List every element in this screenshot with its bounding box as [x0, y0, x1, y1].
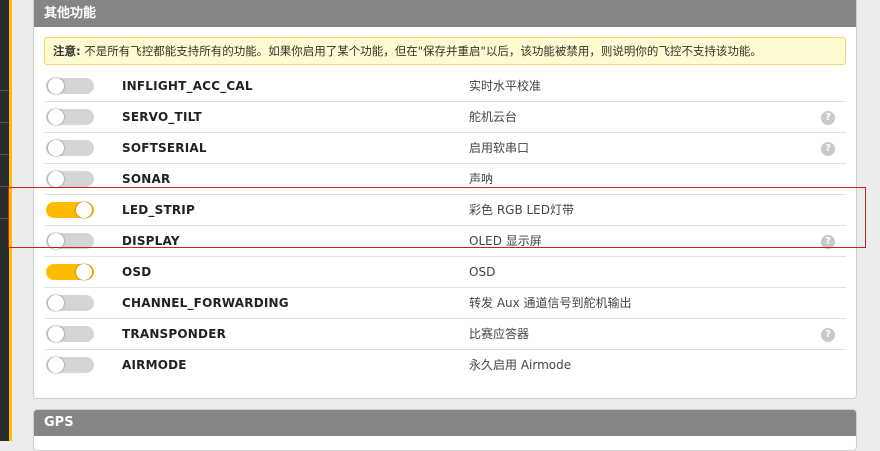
- panel-title: 其他功能: [34, 0, 856, 27]
- toggle-knob: [76, 264, 92, 280]
- feature-description: 舵机云台: [469, 110, 518, 124]
- feature-description: 转发 Aux 通道信号到舵机输出: [469, 296, 632, 310]
- feature-row-osd: OSD OSD: [44, 257, 846, 288]
- feature-name: CHANNEL_FORWARDING: [122, 296, 289, 310]
- toggle-knob: [48, 171, 64, 187]
- help-icon[interactable]: ?: [821, 235, 835, 249]
- feature-row-airmode: AIRMODE 永久启用 Airmode: [44, 350, 846, 380]
- feature-toggle[interactable]: [46, 264, 94, 280]
- feature-description: 声呐: [469, 172, 494, 186]
- help-icon[interactable]: ?: [821, 111, 835, 125]
- feature-toggle[interactable]: [46, 326, 94, 342]
- gps-panel: GPS: [33, 409, 857, 451]
- nav-divider: [0, 90, 9, 91]
- feature-description: 彩色 RGB LED灯带: [469, 203, 575, 217]
- feature-toggle[interactable]: [46, 357, 94, 373]
- feature-description: 实时水平校准: [469, 79, 542, 93]
- nav-divider: [0, 218, 9, 219]
- feature-description: OSD: [469, 265, 496, 279]
- left-nav-strip: [0, 0, 12, 441]
- nav-divider: [0, 122, 9, 123]
- panel-title: GPS: [34, 410, 856, 436]
- feature-row-inflight-acc-cal: INFLIGHT_ACC_CAL 实时水平校准: [44, 71, 846, 102]
- feature-toggle[interactable]: [46, 202, 94, 218]
- toggle-knob: [76, 202, 92, 218]
- feature-name: INFLIGHT_ACC_CAL: [122, 79, 253, 93]
- feature-name: SOFTSERIAL: [122, 141, 207, 155]
- feature-name: SERVO_TILT: [122, 110, 202, 124]
- feature-list: INFLIGHT_ACC_CAL 实时水平校准 SERVO_TILT 舵机云台? SOF…: [44, 71, 846, 380]
- help-icon[interactable]: ?: [821, 142, 835, 156]
- toggle-knob: [48, 233, 64, 249]
- nav-divider: [0, 186, 9, 187]
- notice-text: 不是所有飞控都能支持所有的功能。如果你启用了某个功能，但在"保存并重启"以后，该…: [84, 44, 762, 58]
- feature-name: OSD: [122, 265, 152, 279]
- feature-toggle[interactable]: [46, 109, 94, 125]
- feature-row-channel-forwarding: CHANNEL_FORWARDING 转发 Aux 通道信号到舵机输出: [44, 288, 846, 319]
- toggle-knob: [48, 326, 64, 342]
- feature-toggle[interactable]: [46, 295, 94, 311]
- toggle-knob: [48, 78, 64, 94]
- feature-row-transponder: TRANSPONDER 比赛应答器?: [44, 319, 846, 350]
- feature-row-led-strip: LED_STRIP 彩色 RGB LED灯带: [44, 195, 846, 226]
- toggle-knob: [48, 357, 64, 373]
- feature-description: 启用软串口: [469, 141, 530, 155]
- feature-toggle[interactable]: [46, 140, 94, 156]
- feature-description: 永久启用 Airmode: [469, 358, 572, 372]
- feature-toggle[interactable]: [46, 233, 94, 249]
- feature-row-servo-tilt: SERVO_TILT 舵机云台?: [44, 102, 846, 133]
- toggle-knob: [48, 295, 64, 311]
- feature-description: OLED 显示屏: [469, 234, 542, 248]
- nav-divider: [0, 154, 9, 155]
- feature-name: SONAR: [122, 172, 171, 186]
- feature-description: 比赛应答器: [469, 327, 530, 341]
- feature-toggle[interactable]: [46, 171, 94, 187]
- notice-label: 注意:: [53, 44, 81, 58]
- other-features-panel: 其他功能 注意: 不是所有飞控都能支持所有的功能。如果你启用了某个功能，但在"保…: [33, 0, 857, 399]
- feature-name: DISPLAY: [122, 234, 180, 248]
- feature-name: TRANSPONDER: [122, 327, 227, 341]
- toggle-knob: [48, 140, 64, 156]
- nav-accent-bar: [9, 0, 12, 441]
- feature-name: LED_STRIP: [122, 203, 195, 217]
- feature-row-display: DISPLAY OLED 显示屏?: [44, 226, 846, 257]
- feature-name: AIRMODE: [122, 358, 187, 372]
- toggle-knob: [48, 109, 64, 125]
- feature-row-softserial: SOFTSERIAL 启用软串口?: [44, 133, 846, 164]
- help-icon[interactable]: ?: [821, 328, 835, 342]
- feature-row-sonar: SONAR 声呐: [44, 164, 846, 195]
- feature-toggle[interactable]: [46, 78, 94, 94]
- warning-notice: 注意: 不是所有飞控都能支持所有的功能。如果你启用了某个功能，但在"保存并重启"…: [44, 37, 846, 65]
